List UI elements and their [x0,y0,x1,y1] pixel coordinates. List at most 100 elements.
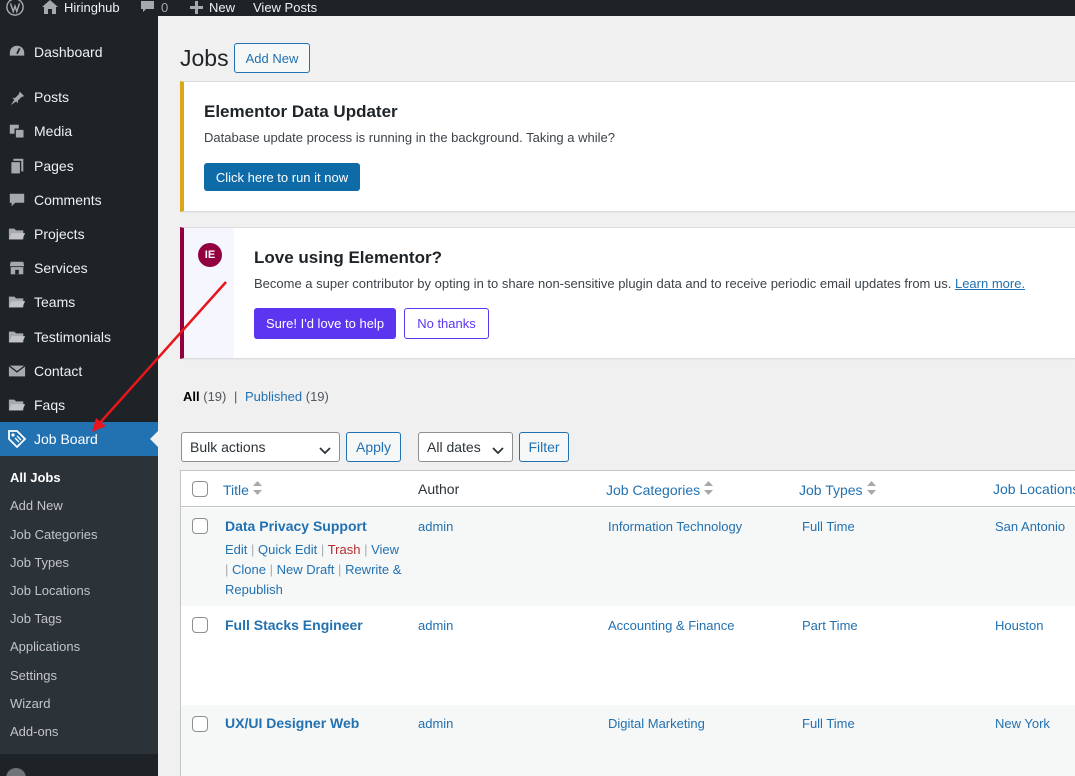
date-filter-select[interactable]: All dates [418,432,513,462]
submenu-item-job-categories[interactable]: Job Categories [10,527,97,542]
author-link[interactable]: admin [418,716,453,731]
category-link[interactable]: Digital Marketing [608,716,705,731]
sidebar-item-dashboard[interactable]: Dashboard [0,35,158,69]
comments-link[interactable]: 0 [140,0,168,16]
sidebar-item-label: Job Board [34,431,98,447]
sidebar-item-label: Posts [34,89,70,105]
store-icon [0,259,34,277]
select-all-checkbox[interactable] [192,481,208,497]
run-updater-button[interactable]: Click here to run it now [204,163,360,191]
column-job-locations[interactable]: Job Locations [993,481,1075,497]
elementor-logo-icon: IE [198,243,222,267]
separator: | [269,562,273,577]
folder-icon [0,329,34,345]
filter-published-link[interactable]: Published [245,389,302,404]
chevron-down-icon [319,442,331,458]
view-posts-link[interactable]: View Posts [253,0,317,16]
column-title[interactable]: Title [223,481,262,498]
submenu-item-wizard[interactable]: Wizard [10,696,50,711]
pages-icon [0,157,34,175]
trash-link[interactable]: Trash [328,542,361,557]
sidebar-item-label: Testimonials [34,329,112,345]
add-new-button[interactable]: Add New [234,43,310,73]
submenu-item-settings[interactable]: Settings [10,668,57,683]
submenu-item-add-new[interactable]: Add New [10,498,63,513]
optin-decline-button[interactable]: No thanks [404,308,489,339]
notice-text: Become a super contributor by opting in … [254,276,1025,291]
category-link[interactable]: Accounting & Finance [608,618,734,633]
new-draft-link[interactable]: New Draft [277,562,335,577]
row-checkbox[interactable] [192,617,208,633]
admin-bar: Hiringhub 0 New View Posts [0,0,1075,16]
column-categories-label: Job Categories [606,481,701,498]
sidebar-item-projects[interactable]: Projects [0,217,158,251]
home-icon [42,0,58,14]
sidebar-item-label: Projects [34,226,85,242]
type-link[interactable]: Part Time [802,618,858,633]
sort-icon [252,481,262,498]
bulk-actions-select[interactable]: Bulk actions [181,432,340,462]
submenu-item-add-ons[interactable]: Add-ons [10,724,58,739]
category-link[interactable]: Information Technology [608,519,742,534]
column-types-label: Job Types [799,481,863,498]
separator: | [364,542,368,557]
sidebar-item-teams[interactable]: Teams [0,285,158,319]
column-job-categories[interactable]: Job Categories [606,481,714,498]
apply-button[interactable]: Apply [346,432,401,462]
separator: | [320,542,325,557]
location-link[interactable]: San Antonio [995,519,1065,534]
media-icon [0,122,34,140]
sidebar-item-label: Contact [34,363,83,379]
sidebar-item-posts[interactable]: Posts [0,80,158,114]
sidebar-item-contact[interactable]: Contact [0,354,158,388]
sidebar-item-media[interactable]: Media [0,114,158,148]
wordpress-logo-icon[interactable] [6,0,24,16]
job-title-link[interactable]: Full Stacks Engineer [225,617,363,633]
separator: | [338,562,342,577]
column-job-types[interactable]: Job Types [799,481,876,498]
row-checkbox[interactable] [192,716,208,732]
date-filter-value: All dates [427,439,481,455]
job-title-link[interactable]: UX/UI Designer Web [225,715,359,731]
elementor-updater-notice: Elementor Data Updater Database update p… [180,81,1075,212]
submenu-item-applications[interactable]: Applications [10,639,80,654]
edit-link[interactable]: Edit [225,542,247,557]
view-link[interactable]: View [371,542,399,557]
sidebar-item-comments[interactable]: Comments [0,183,158,217]
submenu-item-job-locations[interactable]: Job Locations [10,583,90,598]
optin-accept-button[interactable]: Sure! I'd love to help [254,308,396,339]
type-link[interactable]: Full Time [802,519,855,534]
type-link[interactable]: Full Time [802,716,855,731]
location-link[interactable]: New York [995,716,1050,731]
rewrite-link[interactable]: Rewrite [345,562,389,577]
location-link[interactable]: Houston [995,618,1043,633]
sidebar-item-faqs[interactable]: Faqs [0,388,158,422]
dashboard-icon [0,43,34,61]
separator: | [251,542,255,557]
sidebar-item-pages[interactable]: Pages [0,149,158,183]
sidebar-item-testimonials[interactable]: Testimonials [0,320,158,354]
submenu-item-all-jobs[interactable]: All Jobs [10,470,61,485]
sidebar-item-label: Dashboard [34,44,103,60]
bulk-actions-value: Bulk actions [190,439,266,455]
author-link[interactable]: admin [418,519,453,534]
table-row: Data Privacy Support Edit | Quick Edit |… [181,508,1075,606]
submenu-item-job-tags[interactable]: Job Tags [10,611,62,626]
folder-icon [0,294,34,310]
filter-button[interactable]: Filter [519,432,569,462]
quick-edit-link[interactable]: Quick Edit [258,542,317,557]
clone-link[interactable]: Clone [232,562,266,577]
sidebar-item-job-board[interactable]: Job Board [0,422,158,456]
new-content-link[interactable]: New [190,0,235,16]
view-posts-label: View Posts [253,0,318,15]
submenu-item-job-types[interactable]: Job Types [10,555,69,570]
filter-all-link[interactable]: All [183,389,200,404]
site-name: Hiringhub [64,0,120,15]
row-actions: Edit | Quick Edit | Trash | View | Clone… [225,540,405,600]
job-title-link[interactable]: Data Privacy Support [225,518,367,534]
author-link[interactable]: admin [418,618,453,633]
sidebar-item-services[interactable]: Services [0,251,158,285]
row-checkbox[interactable] [192,518,208,534]
learn-more-link[interactable]: Learn more. [955,276,1025,291]
site-name-link[interactable]: Hiringhub [42,0,120,16]
